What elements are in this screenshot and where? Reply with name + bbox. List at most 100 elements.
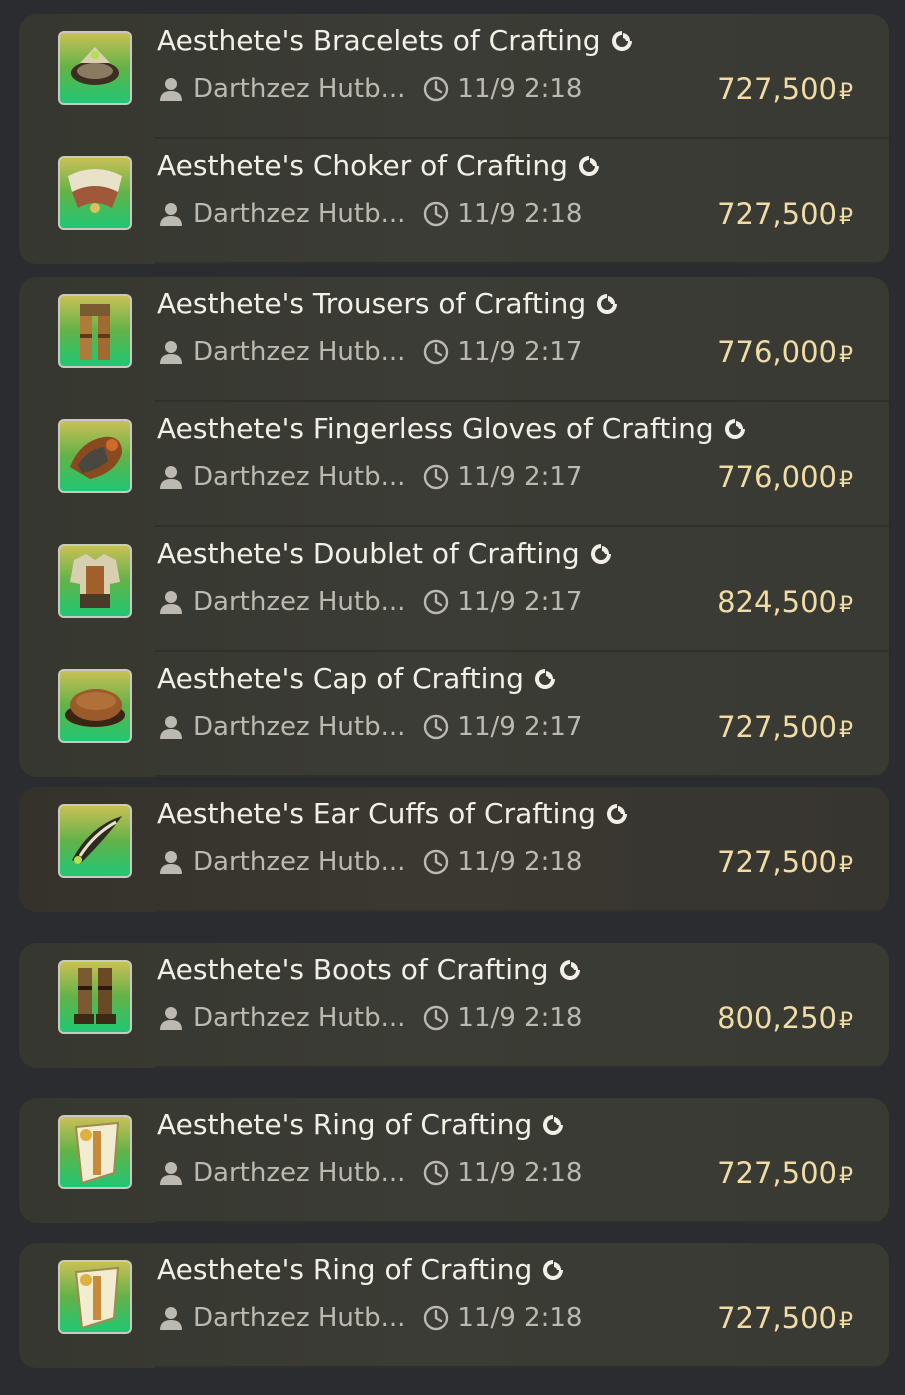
price: 727,500 ₽ (717, 1301, 853, 1335)
listing-row[interactable]: Aesthete's Boots of Crafting Darthzez Hu… (19, 943, 889, 1068)
listing-row[interactable]: Aesthete's Fingerless Gloves of Crafting… (19, 402, 889, 527)
listing-meta: Darthzez Hutb... 11/9 2:18 (159, 74, 582, 104)
listing-row[interactable]: Aesthete's Trousers of Crafting Darthzez… (19, 277, 889, 402)
seller-name: Darthzez Hutb... (193, 712, 406, 742)
user-icon (159, 76, 183, 102)
item-name: Aesthete's Choker of Crafting (157, 149, 568, 182)
listing-meta: Darthzez Hutb... 11/9 2:17 (159, 337, 582, 367)
item-name: Aesthete's Ring of Crafting (157, 1108, 533, 1141)
item-title: Aesthete's Boots of Crafting (157, 953, 583, 986)
high-quality-icon (722, 416, 748, 442)
high-quality-icon (557, 957, 583, 983)
listing-row[interactable]: Aesthete's Choker of Crafting Darthzez H… (19, 139, 889, 264)
price: 824,500 ₽ (717, 585, 853, 619)
listing-meta: Darthzez Hutb... 11/9 2:17 (159, 712, 582, 742)
price-value: 727,500 (717, 72, 837, 106)
price-value: 727,500 (717, 1156, 837, 1190)
clock-icon (423, 589, 449, 615)
price: 727,500 ₽ (717, 845, 853, 879)
ring-icon[interactable] (58, 1115, 132, 1189)
bracelets-icon[interactable] (58, 31, 132, 105)
clock-icon (423, 1005, 449, 1031)
timestamp: 11/9 2:18 (457, 1003, 583, 1033)
clock-icon (423, 464, 449, 490)
listing-row[interactable]: Aesthete's Ring of Crafting Darthzez Hut… (19, 1243, 889, 1368)
listing-row[interactable]: Aesthete's Bracelets of Crafting Darthze… (19, 14, 889, 139)
row-divider (155, 1221, 889, 1223)
choker-icon[interactable] (58, 156, 132, 230)
ring-icon[interactable] (58, 1260, 132, 1334)
price: 727,500 ₽ (717, 72, 853, 106)
currency-symbol: ₽ (839, 1309, 853, 1334)
listing-row[interactable]: Aesthete's Ring of Crafting Darthzez Hut… (19, 1098, 889, 1223)
high-quality-icon (609, 28, 635, 54)
seller-name: Darthzez Hutb... (193, 199, 406, 229)
timestamp: 11/9 2:18 (457, 847, 583, 877)
listing-row[interactable]: Aesthete's Cap of Crafting Darthzez Hutb… (19, 652, 889, 777)
seller-name: Darthzez Hutb... (193, 1003, 406, 1033)
user-icon (159, 201, 183, 227)
seller-name: Darthzez Hutb... (193, 462, 406, 492)
timestamp: 11/9 2:17 (457, 587, 583, 617)
item-title: Aesthete's Doublet of Crafting (157, 537, 614, 570)
clock-icon (423, 201, 449, 227)
listing-meta: Darthzez Hutb... 11/9 2:17 (159, 587, 582, 617)
item-title: Aesthete's Cap of Crafting (157, 662, 558, 695)
timestamp: 11/9 2:18 (457, 1303, 583, 1333)
seller-name: Darthzez Hutb... (193, 587, 406, 617)
currency-symbol: ₽ (839, 343, 853, 368)
price: 800,250 ₽ (717, 1001, 853, 1035)
clock-icon (423, 339, 449, 365)
listing-row[interactable]: Aesthete's Doublet of Crafting Darthzez … (19, 527, 889, 652)
row-divider (155, 1066, 889, 1068)
price: 727,500 ₽ (717, 1156, 853, 1190)
listing-meta: Darthzez Hutb... 11/9 2:18 (159, 847, 582, 877)
timestamp: 11/9 2:17 (457, 462, 583, 492)
high-quality-icon (594, 291, 620, 317)
boots-icon[interactable] (58, 960, 132, 1034)
timestamp: 11/9 2:17 (457, 337, 583, 367)
seller-name: Darthzez Hutb... (193, 1158, 406, 1188)
timestamp: 11/9 2:18 (457, 1158, 583, 1188)
item-name: Aesthete's Trousers of Crafting (157, 287, 587, 320)
seller-name: Darthzez Hutb... (193, 74, 406, 104)
listing-meta: Darthzez Hutb... 11/9 2:18 (159, 1003, 582, 1033)
item-name: Aesthete's Fingerless Gloves of Crafting (157, 412, 714, 445)
row-divider (155, 1366, 889, 1368)
listing-group: Aesthete's Ear Cuffs of Crafting Darthze… (19, 787, 889, 912)
seller-name: Darthzez Hutb... (193, 847, 406, 877)
user-icon (159, 714, 183, 740)
listing-row[interactable]: Aesthete's Ear Cuffs of Crafting Darthze… (19, 787, 889, 912)
user-icon (159, 464, 183, 490)
gloves-icon[interactable] (58, 419, 132, 493)
row-divider (155, 910, 889, 912)
currency-symbol: ₽ (839, 1009, 853, 1034)
currency-symbol: ₽ (839, 468, 853, 493)
user-icon (159, 1160, 183, 1186)
currency-symbol: ₽ (839, 718, 853, 743)
listing-meta: Darthzez Hutb... 11/9 2:18 (159, 1158, 582, 1188)
seller-name: Darthzez Hutb... (193, 337, 406, 367)
seller-name: Darthzez Hutb... (193, 1303, 406, 1333)
price: 776,000 ₽ (717, 460, 853, 494)
currency-symbol: ₽ (839, 1164, 853, 1189)
item-title: Aesthete's Trousers of Crafting (157, 287, 620, 320)
trousers-icon[interactable] (58, 294, 132, 368)
clock-icon (423, 1160, 449, 1186)
price: 727,500 ₽ (717, 710, 853, 744)
listing-meta: Darthzez Hutb... 11/9 2:18 (159, 1303, 582, 1333)
user-icon (159, 1005, 183, 1031)
item-name: Aesthete's Cap of Crafting (157, 662, 524, 695)
item-name: Aesthete's Doublet of Crafting (157, 537, 580, 570)
clock-icon (423, 1305, 449, 1331)
item-name: Aesthete's Boots of Crafting (157, 953, 549, 986)
cap-icon[interactable] (58, 669, 132, 743)
listing-group: Aesthete's Boots of Crafting Darthzez Hu… (19, 943, 889, 1068)
ear-cuffs-icon[interactable] (58, 804, 132, 878)
doublet-icon[interactable] (58, 544, 132, 618)
high-quality-icon (532, 666, 558, 692)
user-icon (159, 339, 183, 365)
timestamp: 11/9 2:18 (457, 74, 583, 104)
item-name: Aesthete's Ear Cuffs of Crafting (157, 797, 596, 830)
high-quality-icon (604, 801, 630, 827)
